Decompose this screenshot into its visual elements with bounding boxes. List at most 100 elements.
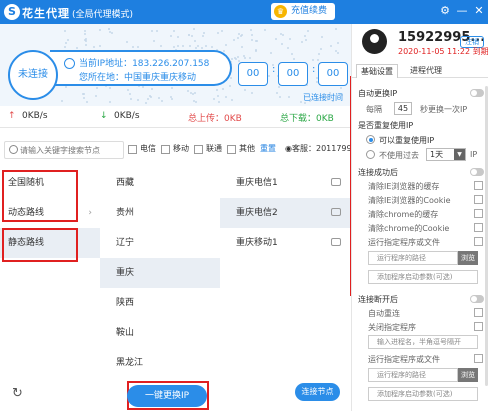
clear-chrome-cache-checkbox[interactable] [474,209,483,218]
province-item[interactable]: 贵州 [100,198,220,228]
auto-reconnect-checkbox[interactable] [474,308,483,317]
interval-prefix: 每隔 [366,105,382,114]
search-input[interactable] [20,143,120,157]
map-dot [270,51,273,54]
clear-chrome-cookie-checkbox[interactable] [474,223,483,232]
map-dot [222,88,225,91]
program-path-field-2[interactable]: 运行程序的路径 [368,368,458,382]
clear-ie-cookie-checkbox[interactable] [474,195,483,204]
map-dot [190,34,193,37]
telecom-checkbox[interactable] [128,145,137,154]
clear-chrome-cookie-label: 清除chrome的Cookie [368,224,450,233]
map-dot [150,96,153,99]
interval-suffix: 秒更换一次IP [420,105,468,114]
map-dot [282,34,285,37]
after-disconnect-title: 连接断开后 [358,295,398,304]
reuse-no-label: 不使用过去 [379,151,419,160]
node-item[interactable]: 重庆电信1 [220,168,351,198]
map-dot [160,100,163,103]
map-dot [249,28,252,31]
reuse-yes-radio[interactable] [366,135,375,144]
connection-status-button[interactable]: 未连接 [8,50,58,100]
current-ip: 当前IP地址：183.226.207.158 [79,59,210,69]
map-dot [236,56,239,59]
mobile-label: 移动 [173,144,189,153]
mobile-checkbox[interactable] [161,145,170,154]
expiry-date: 2020-11-05 11:22 到期 [398,47,488,56]
map-dot [250,33,253,36]
map-dot [225,43,228,46]
minimize-button[interactable]: — [455,4,469,18]
telecom-label: 电信 [140,144,156,153]
map-dot [337,41,340,44]
province-item[interactable]: 陕西 [100,288,220,318]
tab-process-proxy[interactable]: 进程代理 [406,64,446,78]
chevron-down-icon: ▼ [454,149,465,160]
map-dot [230,99,233,102]
province-item[interactable]: 黑龙江 [100,348,220,378]
browse-button-2[interactable]: 浏览 [458,368,478,382]
change-ip-button[interactable]: 一键更换IP [127,385,207,407]
map-dot [311,58,314,61]
interval-input[interactable]: 45 [394,102,412,115]
reuse-days-select[interactable]: 1天 ▼ [426,148,466,161]
province-item[interactable]: 辽宁 [100,228,220,258]
map-dot [288,95,291,98]
route-type-item[interactable]: 静态路线 [0,228,100,258]
refresh-icon[interactable]: ↻ [12,386,23,401]
map-dot [303,34,306,37]
chat-icon[interactable] [331,208,341,216]
map-dot [237,36,240,39]
browse-button[interactable]: 浏览 [458,251,478,265]
program-path-field[interactable]: 运行程序的路径 [368,251,458,265]
settings-gear-icon[interactable]: ⚙ [438,4,452,18]
map-dot [176,36,179,39]
launch-args-field-2[interactable]: 添加程序启动参数(可选) [368,387,478,401]
reuse-no-radio[interactable] [366,150,375,159]
map-dot [316,58,319,61]
map-dot [96,86,99,89]
map-dot [267,75,270,78]
run-program-checkbox[interactable] [474,237,483,246]
connected-time-label: 已连接时间 [303,93,343,102]
connect-node-button[interactable]: 连接节点 [295,383,340,401]
map-dot [232,38,235,41]
map-dot [83,29,86,32]
node-item[interactable]: 重庆电信2 [220,198,351,228]
after-disconnect-toggle[interactable] [470,295,484,303]
map-dot [289,38,292,41]
map-dot [239,35,242,38]
unicom-checkbox[interactable] [194,145,203,154]
map-dot [172,46,175,49]
tab-basic-settings[interactable]: 基础设置 [356,64,398,78]
map-dot [108,30,111,33]
renew-button[interactable]: ♛ 充值续费 [271,3,335,20]
launch-args-field[interactable]: 添加程序启动参数(可选) [368,270,478,284]
province-item[interactable]: 鞍山 [100,318,220,348]
map-dot [155,30,158,33]
run-program-checkbox-2[interactable] [474,354,483,363]
route-type-item[interactable]: 全国随机 [0,168,100,198]
proxy-mode-label: (全局代理模式) [72,10,134,20]
chevron-right-icon: › [88,208,92,218]
chat-icon[interactable] [331,178,341,186]
close-button[interactable]: ✕ [472,4,486,18]
clear-ie-cache-checkbox[interactable] [474,181,483,190]
map-dot [291,53,294,56]
route-type-list: 全国随机 动态路线 › 静态路线 [0,168,100,400]
map-dot [218,101,221,104]
close-program-checkbox[interactable] [474,322,483,331]
chat-icon[interactable] [331,238,341,246]
process-names-field[interactable]: 输入进程名，半角逗号隔开 [368,335,478,349]
province-item[interactable]: 西藏 [100,168,220,198]
other-checkbox[interactable] [227,145,236,154]
map-dot [300,41,303,44]
province-item[interactable]: 重庆 [100,258,220,288]
map-dot [251,39,254,42]
reset-button[interactable]: 重置 [260,143,276,154]
node-item[interactable]: 重庆移动1 [220,228,351,258]
clear-ie-cache-label: 清除IE浏览器的缓存 [368,182,440,191]
route-type-item[interactable]: 动态路线 › [0,198,100,228]
auto-switch-toggle[interactable] [470,89,484,97]
after-connect-toggle[interactable] [470,168,484,176]
